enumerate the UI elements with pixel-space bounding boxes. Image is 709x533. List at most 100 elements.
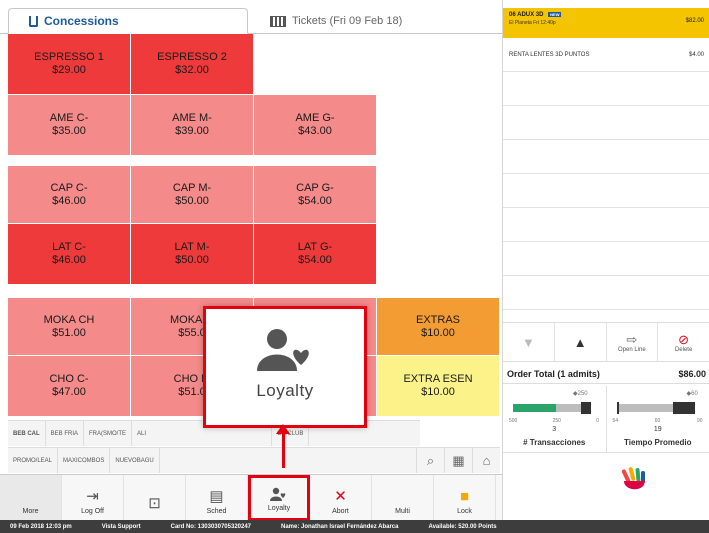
delete-button[interactable]: ⊘ Delete [658,323,709,361]
order-line-empty [503,106,709,140]
category-tab[interactable]: NUEVOBAGU [110,448,160,473]
grid-view-icon[interactable]: ▦ [444,448,472,473]
chevron-up-icon: ▲ [573,334,587,350]
order-total-value: $86.00 [678,368,706,379]
product-name: MOKA CH [43,313,95,326]
tab-tickets-label: Tickets (Fri 09 Feb 18) [292,15,403,27]
order-line-empty [503,140,709,174]
metrics: ◆250 500 250 0 3 # Transacciones ◆60 54 [503,386,709,452]
status-user: Vista Support [101,523,141,530]
avg-time-marker-start [616,402,619,414]
log-off-label: Log Off [81,508,104,515]
loyalty-popup-label: Loyalty [256,381,314,400]
product-price: $29.00 [52,64,86,76]
order-line[interactable]: RENTA LENTES 3D PUNTOS $4.00 [503,38,709,72]
search-icon[interactable]: ⌕ [416,448,444,473]
schedule-icon: ▤ [209,488,224,505]
product-name: LAT G- [297,241,333,253]
product-tile[interactable]: ESPRESSO 1 $29.00 [8,34,131,95]
order-item-subtitle: El Planeta Fri 12:40p [509,20,556,26]
chevron-down-icon: ▼ [521,334,535,350]
open-line-label: Open Line [618,346,646,353]
avg-time-target: ◆60 [686,391,698,397]
product-tile[interactable]: CAP G- $54.00 [254,166,377,224]
schedule-button[interactable]: ▤ Sched [186,475,248,521]
category-tab[interactable]: PROMO/LEAL [8,448,59,473]
avg-time-metric: ◆60 54 60 90 19 Tiempo Promedio [607,386,709,452]
product-tile[interactable]: AME M- $39.00 [131,95,254,156]
product-tile[interactable]: EXTRAS $10.00 [377,298,500,356]
product-tile[interactable]: CAP C- $46.00 [8,166,131,224]
product-price: $51.0 [178,386,206,398]
avg-time-fill [616,404,664,412]
scroll-down-button[interactable]: ▼ [503,323,555,361]
product-name: CHO C- [49,373,89,385]
home-icon[interactable]: ⌂ [472,448,500,473]
product-name: ESPRESSO 1 [34,51,104,63]
tab-tickets[interactable]: Tickets (Fri 09 Feb 18) [250,8,450,34]
category-tab[interactable]: BEB CAL [8,421,46,446]
product-price: $35.00 [52,125,86,137]
category-tab[interactable]: MAXICOMBOS [58,448,111,473]
order-panel: 06 ADUX 3D NEW El Planeta Fri 12:40p $82… [502,0,709,520]
avg-time-label: Tiempo Promedio [624,438,692,447]
product-price: $10.00 [421,326,455,339]
product-name: CAP M- [172,181,212,194]
order-total: Order Total (1 admits) $86.00 [503,364,709,384]
product-tile[interactable]: LAT C- $46.00 [8,224,131,285]
product-tile[interactable]: AME G- $43.00 [254,95,377,156]
schedule-label: Sched [206,508,227,515]
product-name: LAT M- [174,241,210,253]
product-tile[interactable]: CHO C- $47.00 [8,356,131,417]
order-lines: RENTA LENTES 3D PUNTOS $4.00 [503,38,709,310]
category-tab[interactable]: FRA(SMO/TE [84,421,133,446]
more-button[interactable]: More [0,475,62,521]
category-tabs-row-2: PROMO/LEAL MAXICOMBOS NUEVOBAGU ⌕ ▦ ⌂ [8,447,500,473]
loyalty-icon [270,487,286,501]
cup-icon [29,15,38,27]
product-name: EXTRA ESEN [403,373,473,385]
scroll-up-button[interactable]: ▲ [555,323,607,361]
product-name: ESPRESSO 2 [157,51,227,63]
product-price: $46.00 [52,254,86,266]
order-item-header[interactable]: 06 ADUX 3D NEW El Planeta Fri 12:40p $82… [503,8,709,38]
tab-concessions[interactable]: Concessions [8,8,248,34]
order-line-empty [503,174,709,208]
loyalty-button[interactable]: Loyalty [248,475,310,521]
product-name: LAT C- [52,241,86,253]
finalize-area[interactable] [503,452,709,520]
order-item-price: $82.00 [685,18,704,24]
product-price: $10.00 [421,386,455,398]
delete-label: Delete [674,346,693,353]
split-button[interactable]: ⊡ [124,475,186,521]
status-card: Card No: 1303030705320247 [170,523,251,530]
delete-icon: ⊘ [678,331,690,347]
loyalty-label: Loyalty [267,505,291,512]
log-off-button[interactable]: ⇥ Log Off [62,475,124,521]
product-tile[interactable]: CAP M- $50.00 [131,166,254,224]
multi-button[interactable]: Multi [372,475,434,521]
product-tile[interactable]: MOKA CH $51.00 [8,298,131,356]
transactions-target: ◆250 [573,391,588,397]
product-tile[interactable]: LAT G- $54.00 [254,224,377,285]
lock-icon: ■ [459,488,470,505]
product-price: $43.00 [298,125,332,137]
product-tile[interactable]: ESPRESSO 2 $32.00 [131,34,254,95]
category-tab[interactable]: BEB FRIA [45,421,85,446]
transactions-bar [513,402,591,414]
product-name: AME M- [172,112,212,124]
product-name: AME G- [295,112,335,124]
product-price: $46.00 [52,194,86,207]
loyalty-popup[interactable]: Loyalty [203,306,367,428]
avg-time-ticks: 54 60 90 [612,418,703,424]
concessions-panel: Concessions Tickets (Fri 09 Feb 18) ESPR… [0,0,502,521]
order-total-label: Order Total (1 admits) [507,368,600,379]
abort-button[interactable]: ✕ Abort [310,475,372,521]
product-tile[interactable]: LAT M- $50.00 [131,224,254,285]
open-line-button[interactable]: ⇨ Open Line [607,323,659,361]
loyalty-icon-large [257,329,309,371]
lock-button[interactable]: ■ Lock [434,475,496,521]
product-tile[interactable]: EXTRA ESEN $10.00 [377,356,500,417]
product-tile[interactable]: AME C- $35.00 [8,95,131,156]
status-bar: 09 Feb 2018 12:03 pm Vista Support Card … [0,520,709,533]
